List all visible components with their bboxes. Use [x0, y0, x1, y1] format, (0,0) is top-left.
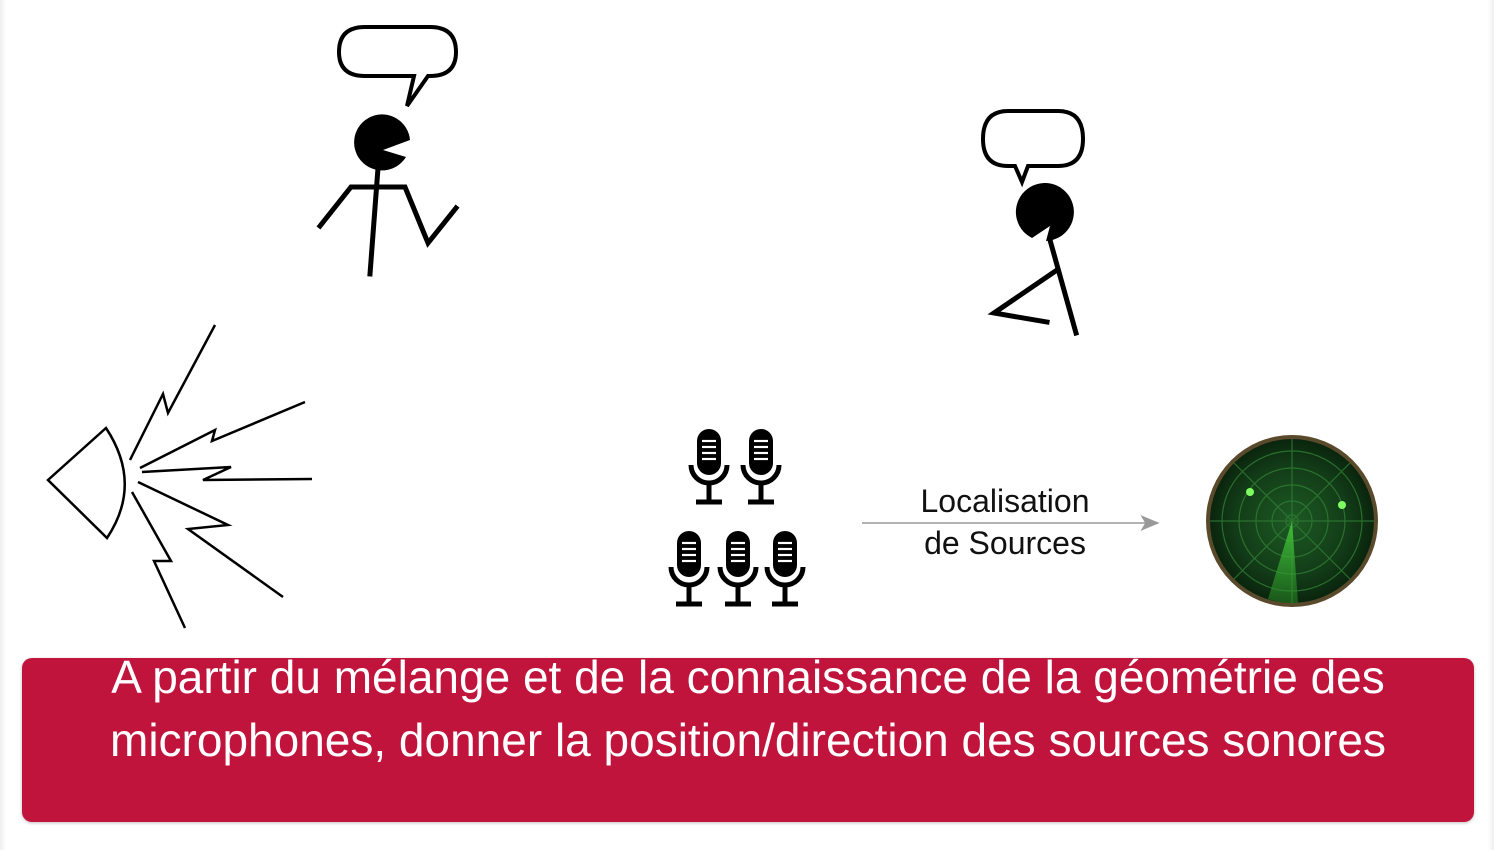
head-icon	[1015, 183, 1074, 241]
microphone-icon	[720, 531, 756, 604]
microphone-icon	[671, 531, 707, 604]
speech-bubble-icon	[336, 25, 459, 108]
radar-icon	[1206, 435, 1378, 607]
radar-blip	[1246, 488, 1254, 496]
speech-bubble-icon	[980, 109, 1086, 188]
arrow-label-line-2: de Sources	[924, 525, 1086, 561]
radar-blip	[1338, 501, 1346, 509]
microphone-icon	[691, 429, 727, 502]
microphone-icon	[767, 531, 803, 604]
speaker-1-figure	[316, 25, 460, 277]
speaker-2-figure	[980, 109, 1086, 337]
microphone-icon	[743, 429, 779, 502]
arrow-label: Localisation de Sources	[890, 480, 1120, 564]
arrow-label-line-1: Localisation	[920, 483, 1090, 519]
head-icon	[354, 114, 410, 171]
loudspeaker-icon	[46, 324, 313, 629]
microphone-array	[671, 429, 803, 604]
caption-banner: A partir du mélange et de la connaissanc…	[22, 658, 1474, 822]
caption-text: A partir du mélange et de la connaissanc…	[110, 658, 1386, 766]
